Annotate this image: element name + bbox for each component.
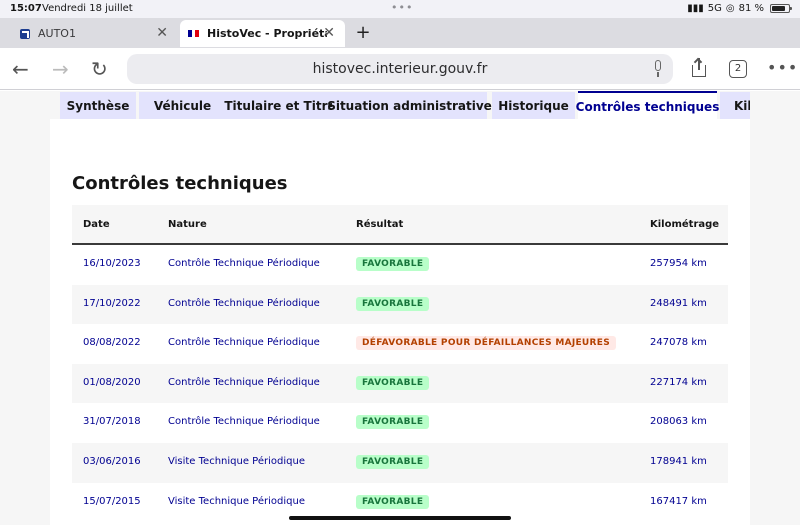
result-badge: FAVORABLE <box>356 494 430 509</box>
result-badge: FAVORABLE <box>356 296 430 311</box>
cell-date: 03/06/2016 <box>83 455 141 467</box>
cell-km: 208063 km <box>650 416 707 428</box>
result-badge: FAVORABLE <box>356 257 430 271</box>
close-tab-icon[interactable]: ✕ <box>156 25 168 41</box>
tab-overview-button[interactable]: 2 <box>729 60 747 78</box>
cell-result: FAVORABLE <box>356 296 430 311</box>
network-label: 5G <box>707 3 722 14</box>
tab-titulaire-titre[interactable]: Titulaire et Titre <box>214 92 346 119</box>
multitasking-dots-icon[interactable]: ••• <box>391 1 413 14</box>
status-bar: 15:07 Vendredi 18 juillet ••• ▮▮▮ 5G ◎ 8… <box>0 0 800 18</box>
web-page: Synthèse Véhicule Titulaire et Titre Sit… <box>0 91 800 525</box>
forward-arrow-icon[interactable]: → <box>52 57 69 81</box>
location-icon: ◎ <box>725 3 735 14</box>
column-header-result: Résultat <box>356 219 404 230</box>
browser-tab-auto1[interactable]: AUTO1 ✕ <box>0 20 178 47</box>
section-title: Contrôles techniques <box>72 173 288 194</box>
tab-vehicule[interactable]: Véhicule <box>139 92 226 119</box>
result-badge: DÉFAVORABLE POUR DÉFAILLANCES MAJEURES <box>356 336 617 351</box>
tab-strip: AUTO1 ✕ HistoVec - Propriétaire ✕ <box>0 18 800 48</box>
battery-label: 81 % <box>738 3 764 14</box>
battery-icon <box>770 4 792 13</box>
column-header-km: Kilométrage <box>650 219 720 230</box>
cell-nature: Contrôle Technique Périodique <box>168 297 320 309</box>
browser-tab-histovec[interactable]: HistoVec - Propriétaire ✕ <box>180 20 345 47</box>
cell-nature: Contrôle Technique Périodique <box>168 258 320 269</box>
section-tabs: Synthèse Véhicule Titulaire et Titre Sit… <box>60 91 750 119</box>
close-tab-icon[interactable]: ✕ <box>323 25 335 41</box>
cell-date: 31/07/2018 <box>83 416 141 428</box>
status-time: 15:07 <box>10 3 42 14</box>
cell-km: 257954 km <box>650 258 707 269</box>
url-text[interactable]: histovec.interieur.gouv.fr <box>127 61 673 77</box>
inspection-table: Date Nature Résultat Kilométrage 16/10/2… <box>72 205 728 522</box>
cell-result: FAVORABLE <box>356 454 430 469</box>
content-card: Contrôles techniques Date Nature Résulta… <box>50 119 750 525</box>
cell-date: 17/10/2022 <box>83 297 141 309</box>
more-options-icon[interactable]: ••• <box>767 58 798 77</box>
column-header-nature: Nature <box>168 219 207 230</box>
auto1-favicon-icon <box>20 28 30 39</box>
table-row: 17/10/2022 Contrôle Technique Périodique F… <box>72 284 728 325</box>
back-arrow-icon[interactable]: ← <box>12 57 29 81</box>
result-badge: FAVORABLE <box>356 375 430 390</box>
new-tab-button[interactable]: + <box>350 21 376 45</box>
share-icon[interactable] <box>690 57 708 78</box>
result-badge: FAVORABLE <box>356 454 430 469</box>
tab-synthese[interactable]: Synthèse <box>60 92 136 119</box>
cell-result: FAVORABLE <box>356 415 430 430</box>
french-flag-favicon-icon <box>188 30 200 37</box>
cell-date: 15/07/2015 <box>83 495 141 507</box>
result-badge: FAVORABLE <box>356 415 430 430</box>
cell-km: 167417 km <box>650 495 707 507</box>
cell-nature: Contrôle Technique Périodique <box>168 416 320 428</box>
table-row: 31/07/2018 Contrôle Technique Périodique F… <box>72 403 728 443</box>
tab-situation-administrative[interactable]: Situation administrative <box>327 92 492 119</box>
home-indicator[interactable] <box>289 516 511 520</box>
tab-historique[interactable]: Historique <box>492 92 575 119</box>
column-header-date: Date <box>83 219 110 230</box>
cell-nature: Visite Technique Périodique <box>168 455 305 467</box>
status-indicators: ▮▮▮ 5G ◎ 81 % <box>687 3 792 14</box>
cell-nature: Visite Technique Périodique <box>168 495 305 507</box>
table-row: 08/08/2022 Contrôle Technique Périodique D… <box>72 324 728 364</box>
cell-km: 227174 km <box>650 376 707 388</box>
cell-nature: Contrôle Technique Périodique <box>168 337 320 349</box>
cell-result: DÉFAVORABLE POUR DÉFAILLANCES MAJEURES <box>356 336 617 351</box>
browser-toolbar: ← → ↻ histovec.interieur.gouv.fr 2 ••• <box>0 48 800 90</box>
cell-result: FAVORABLE <box>356 494 430 509</box>
tab-kilometrage[interactable]: Kil <box>720 92 750 119</box>
table-row: 01/08/2020 Contrôle Technique Périodique F… <box>72 363 728 404</box>
browser-tab-label: AUTO1 <box>38 27 76 40</box>
cell-nature: Contrôle Technique Périodique <box>168 376 320 388</box>
status-date: Vendredi 18 juillet <box>42 3 133 14</box>
reload-icon[interactable]: ↻ <box>91 57 108 81</box>
table-row: 16/10/2023 Contrôle Technique Périodique F… <box>72 245 728 285</box>
table-header: Date Nature Résultat Kilométrage <box>72 205 728 245</box>
microphone-icon[interactable] <box>653 60 663 78</box>
address-bar[interactable]: histovec.interieur.gouv.fr <box>127 54 673 84</box>
cell-date: 01/08/2020 <box>83 376 141 388</box>
table-row: 03/06/2016 Visite Technique Périodique FAV… <box>72 442 728 483</box>
cell-km: 178941 km <box>650 455 707 467</box>
cell-km: 247078 km <box>650 337 707 349</box>
cell-date: 16/10/2023 <box>83 258 141 269</box>
cell-result: FAVORABLE <box>356 257 430 271</box>
signal-icon: ▮▮▮ <box>687 3 704 14</box>
cell-date: 08/08/2022 <box>83 337 141 349</box>
tab-controles-techniques[interactable]: Contrôles techniques <box>576 91 719 119</box>
cell-km: 248491 km <box>650 297 707 309</box>
browser-tab-label: HistoVec - Propriétaire <box>207 27 327 40</box>
cell-result: FAVORABLE <box>356 375 430 390</box>
